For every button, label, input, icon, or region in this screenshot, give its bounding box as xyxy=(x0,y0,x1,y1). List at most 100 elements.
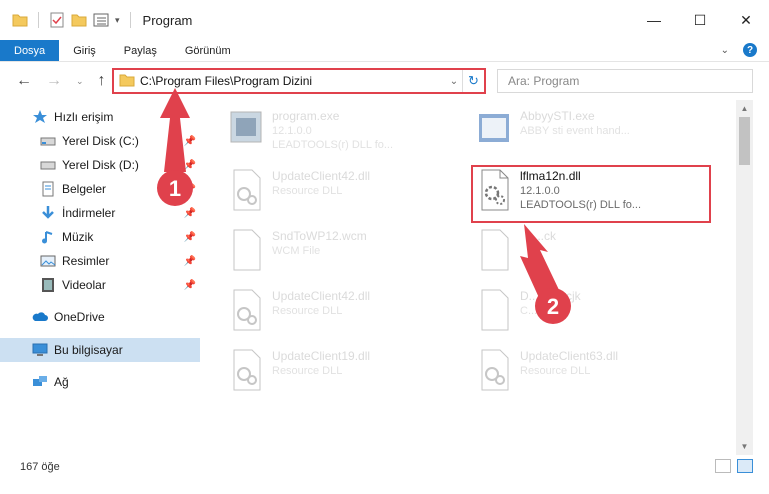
close-button[interactable]: ✕ xyxy=(723,0,769,40)
pin-icon[interactable]: 📌 xyxy=(184,160,196,171)
sidebar-item-local-disk-d[interactable]: Yerel Disk (D:) 📌 xyxy=(0,153,200,177)
file-type: Resource DLL xyxy=(272,365,343,377)
new-folder-icon[interactable] xyxy=(71,12,87,28)
address-path[interactable]: C:\Program Files\Program Dizini xyxy=(140,74,446,88)
file-list: program.exe 12.1.0.0 LEADTOOLS(r) DLL fo… xyxy=(204,100,736,455)
file-item[interactable]: D...Font.cjk C... xyxy=(476,286,716,342)
address-bar[interactable]: C:\Program Files\Program Dizini ⌄ ↻ xyxy=(112,68,486,94)
sidebar-item-quick-access[interactable]: Hızlı erişim xyxy=(0,105,200,129)
file-item[interactable]: SndToWP12.wcm WCM File xyxy=(228,226,468,282)
file-type: WCM File xyxy=(272,245,321,257)
sidebar-item-videos[interactable]: Videolar 📌 xyxy=(0,273,200,297)
window-controls: — ☐ ✕ xyxy=(631,0,769,40)
folder-icon xyxy=(12,12,28,28)
sidebar-item-network[interactable]: Ağ xyxy=(0,370,200,394)
sidebar-item-label: Hızlı erişim xyxy=(54,110,114,124)
pin-icon[interactable]: 📌 xyxy=(184,256,196,267)
downloads-icon xyxy=(40,205,56,221)
properties-icon[interactable] xyxy=(49,12,65,28)
documents-icon xyxy=(40,181,56,197)
dll-file-icon xyxy=(228,168,264,212)
file-item[interactable]: program.exe 12.1.0.0 LEADTOOLS(r) DLL fo… xyxy=(228,106,468,162)
sidebar-item-onedrive[interactable]: OneDrive xyxy=(0,305,200,329)
sidebar-item-label: OneDrive xyxy=(54,310,105,324)
file-item[interactable]: UpdateClient19.dll Resource DLL xyxy=(228,346,468,402)
item-count: 167 öğe xyxy=(20,461,60,473)
sidebar-item-label: Ağ xyxy=(54,375,69,389)
view-options-icon[interactable] xyxy=(93,12,109,28)
nav-buttons: ← → ⌄ ↑ xyxy=(16,72,106,90)
scroll-down-icon[interactable]: ▼ xyxy=(736,438,753,455)
tab-share[interactable]: Paylaş xyxy=(110,40,171,61)
sidebar-item-downloads[interactable]: İndirmeler 📌 xyxy=(0,201,200,225)
sidebar-item-label: Bu bilgisayar xyxy=(54,343,123,357)
view-toggle xyxy=(715,459,753,473)
cloud-icon xyxy=(32,309,48,325)
videos-icon xyxy=(40,277,56,293)
pin-icon[interactable]: 📌 xyxy=(184,184,196,195)
file-type: 12.1.0.0 xyxy=(272,125,312,137)
pin-icon[interactable]: 📌 xyxy=(184,232,196,243)
computer-icon xyxy=(32,342,48,358)
toolbar-divider xyxy=(38,12,39,28)
recent-locations-icon[interactable]: ⌄ xyxy=(76,76,84,87)
file-item[interactable]: UpdateClient63.dll Resource DLL xyxy=(476,346,716,402)
file-type: ABBY sti event hand... xyxy=(520,125,630,137)
help-icon[interactable]: ? xyxy=(743,43,757,57)
pin-icon[interactable]: 📌 xyxy=(184,208,196,219)
tab-home[interactable]: Giriş xyxy=(59,40,110,61)
dll-file-icon xyxy=(476,348,512,392)
maximize-button[interactable]: ☐ xyxy=(677,0,723,40)
file-name: ...ck xyxy=(534,229,557,243)
refresh-icon[interactable]: ↻ xyxy=(462,70,484,92)
pin-icon[interactable]: 📌 xyxy=(184,280,196,291)
file-type: C... xyxy=(520,305,538,317)
sidebar-item-music[interactable]: Müzik 📌 xyxy=(0,225,200,249)
exe-file-icon xyxy=(228,108,264,152)
file-name: UpdateClient42.dll xyxy=(272,289,371,303)
sidebar-item-pictures[interactable]: Resimler 📌 xyxy=(0,249,200,273)
tab-file[interactable]: Dosya xyxy=(0,40,60,61)
ribbon-right-controls: ⌄ ? xyxy=(721,43,757,57)
sidebar-item-documents[interactable]: Belgeler 📌 xyxy=(0,177,200,201)
exe-file-icon xyxy=(476,108,512,152)
file-description: LEADTOOLS(r) DLL fo... xyxy=(272,139,394,151)
chevron-down-icon[interactable]: ⌄ xyxy=(446,76,462,87)
music-icon xyxy=(40,229,56,245)
pictures-icon xyxy=(40,253,56,269)
generic-file-icon xyxy=(476,288,512,332)
drive-icon xyxy=(40,157,56,173)
sidebar-item-this-pc[interactable]: Bu bilgisayar xyxy=(0,338,200,362)
file-name: UpdateClient42.dll xyxy=(272,169,371,183)
file-type: Resource DLL xyxy=(272,305,343,317)
ribbon-tabs: Dosya Giriş Paylaş Görünüm ⌄ ? xyxy=(0,40,769,62)
file-name: UpdateClient19.dll xyxy=(272,349,371,363)
up-arrow-icon[interactable]: ↑ xyxy=(98,72,106,90)
scrollbar-thumb[interactable] xyxy=(739,117,750,165)
file-explorer-window: ▾ Program — ☐ ✕ Dosya Giriş Paylaş Görün… xyxy=(0,0,769,494)
tab-view[interactable]: Görünüm xyxy=(171,40,245,61)
file-item[interactable]: ...ck xyxy=(476,226,716,282)
pin-icon[interactable]: 📌 xyxy=(184,136,196,147)
window-title: Program xyxy=(142,12,193,28)
file-name: UpdateClient63.dll xyxy=(520,349,619,363)
generic-file-icon xyxy=(476,228,512,272)
search-input[interactable]: Ara: Program xyxy=(497,69,753,93)
back-arrow-icon[interactable]: ← xyxy=(16,72,32,90)
file-item[interactable]: UpdateClient42.dll Resource DLL xyxy=(228,286,468,342)
folder-icon xyxy=(119,73,135,90)
file-item[interactable]: UpdateClient42.dll Resource DLL xyxy=(228,166,468,222)
vertical-scrollbar[interactable]: ▲ ▼ xyxy=(736,100,753,455)
minimize-button[interactable]: — xyxy=(631,0,677,40)
tiles-view-icon[interactable] xyxy=(737,459,753,473)
forward-arrow-icon[interactable]: → xyxy=(46,72,62,90)
chevron-down-icon[interactable]: ⌄ xyxy=(721,45,729,56)
qat-dropdown-icon[interactable]: ▾ xyxy=(115,15,120,26)
sidebar-item-label: Müzik xyxy=(62,230,94,244)
file-item[interactable]: AbbyySTI.exe ABBY sti event hand... xyxy=(476,106,716,162)
scroll-up-icon[interactable]: ▲ xyxy=(736,100,753,117)
sidebar-item-local-disk-c[interactable]: Yerel Disk (C:) 📌 xyxy=(0,129,200,153)
details-view-icon[interactable] xyxy=(715,459,731,473)
title-bar: ▾ Program — ☐ ✕ xyxy=(0,0,769,40)
file-name: program.exe xyxy=(272,109,340,123)
